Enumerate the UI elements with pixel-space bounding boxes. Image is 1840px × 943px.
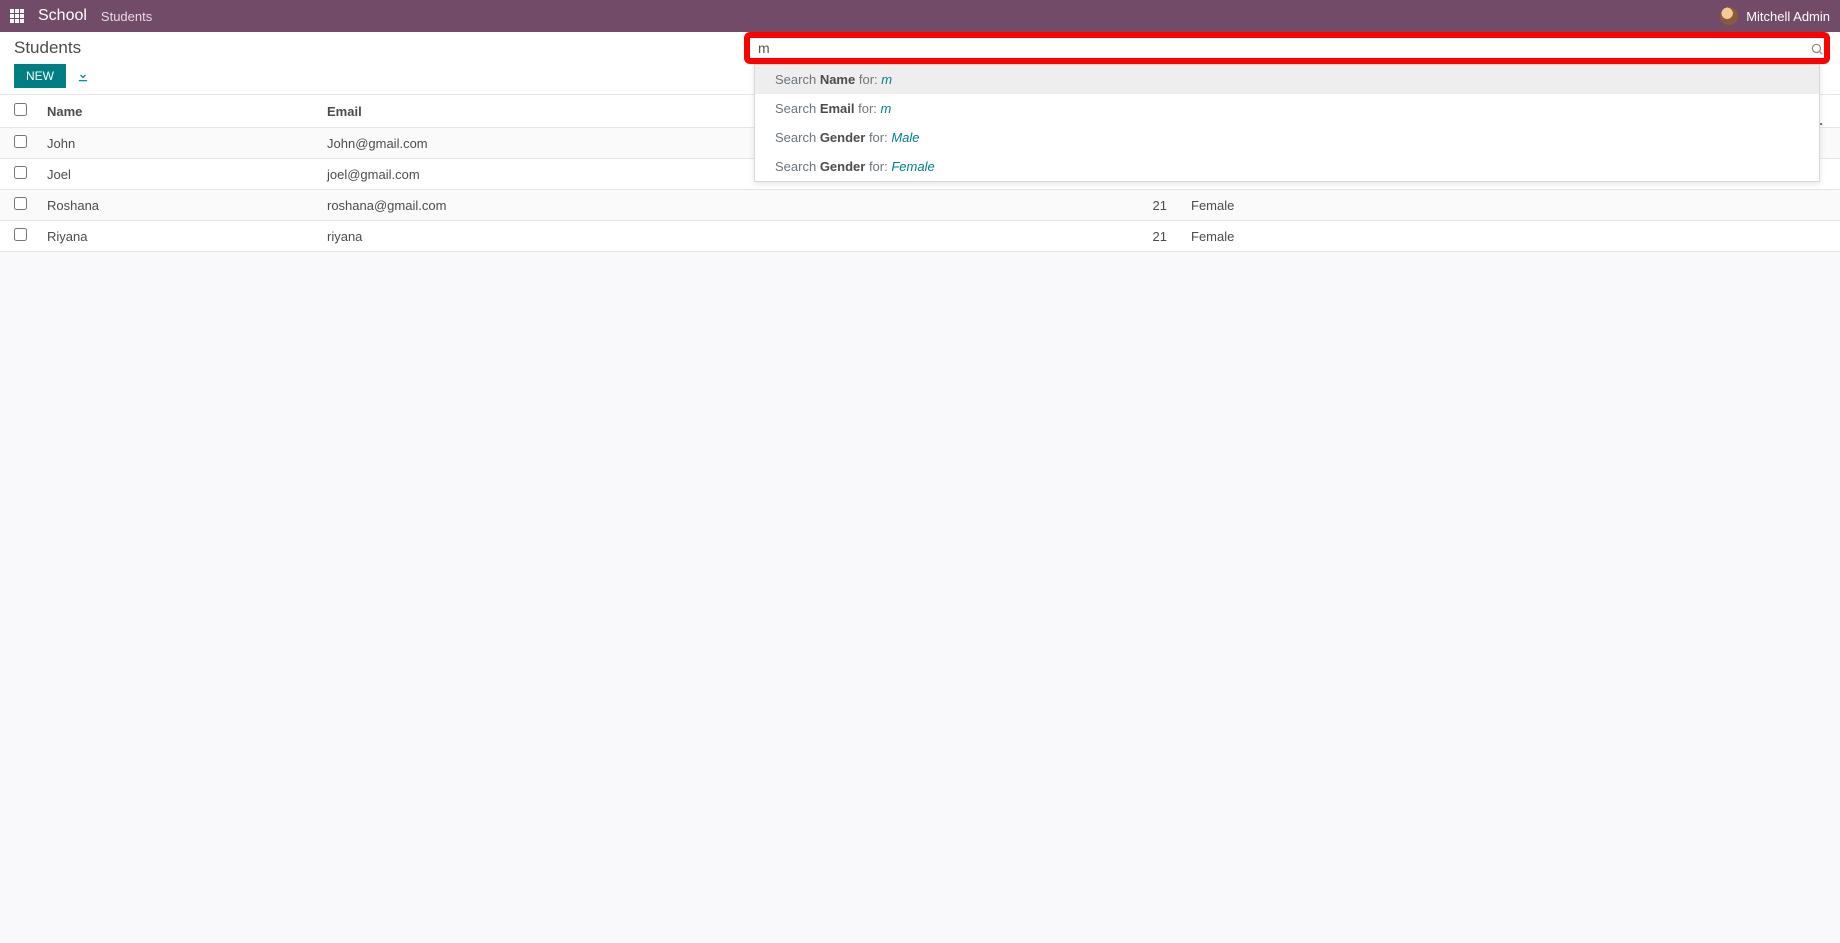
table-row[interactable]: Roshana roshana@gmail.com 21 Female: [0, 190, 1840, 221]
cell-gender: Female: [1177, 190, 1840, 221]
table-row[interactable]: Riyana riyana 21 Female: [0, 221, 1840, 252]
apps-icon[interactable]: [10, 9, 24, 23]
search-icon[interactable]: [1810, 42, 1824, 56]
cell-age: 21: [1137, 221, 1177, 252]
search-area: Search Name for: m Search Email for: m S…: [754, 38, 1820, 58]
cell-name: Riyana: [37, 221, 317, 252]
cell-email: roshana@gmail.com: [317, 190, 1137, 221]
search-suggestion[interactable]: Search Gender for: Male: [755, 123, 1819, 152]
nav-students[interactable]: Students: [101, 9, 152, 24]
search-suggestion[interactable]: Search Name for: m: [755, 65, 1819, 94]
search-suggestion[interactable]: Search Gender for: Female: [755, 152, 1819, 181]
control-panel: Students NEW Search Name for: m Search E…: [0, 32, 1840, 95]
avatar: [1720, 7, 1738, 25]
row-checkbox[interactable]: [14, 197, 27, 210]
cell-name: John: [37, 128, 317, 159]
cell-email: riyana: [317, 221, 1137, 252]
search-suggestion[interactable]: Search Email for: m: [755, 94, 1819, 123]
cell-gender: Female: [1177, 221, 1840, 252]
cell-name: Joel: [37, 159, 317, 190]
navbar: School Students Mitchell Admin: [0, 0, 1840, 32]
user-menu[interactable]: Mitchell Admin: [1720, 7, 1830, 25]
app-brand[interactable]: School: [38, 7, 87, 25]
row-checkbox[interactable]: [14, 228, 27, 241]
row-checkbox[interactable]: [14, 166, 27, 179]
navbar-left: School Students: [10, 7, 152, 25]
search-input[interactable]: [754, 38, 1820, 58]
row-checkbox[interactable]: [14, 135, 27, 148]
search-suggestions: Search Name for: m Search Email for: m S…: [754, 64, 1820, 182]
cell-age: 21: [1137, 190, 1177, 221]
new-button[interactable]: NEW: [14, 64, 66, 88]
cell-name: Roshana: [37, 190, 317, 221]
select-all-checkbox[interactable]: [14, 103, 27, 116]
col-name[interactable]: Name: [37, 95, 317, 128]
user-name: Mitchell Admin: [1746, 9, 1830, 24]
download-icon[interactable]: [76, 69, 90, 83]
